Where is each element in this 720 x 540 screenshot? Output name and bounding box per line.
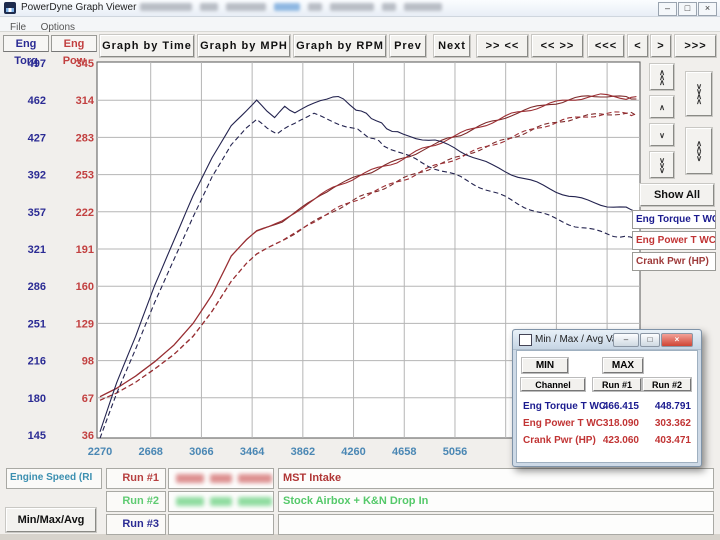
power-axis-tick: 36 xyxy=(82,430,94,442)
power-axis-tick: 222 xyxy=(76,207,94,219)
dialog-minimize-button[interactable]: – xyxy=(613,333,639,347)
power-axis-tick: 191 xyxy=(76,244,94,256)
channel-name: Crank Pwr (HP) xyxy=(523,435,596,446)
torque-axis-tick: 251 xyxy=(28,318,46,330)
menu-file[interactable]: File xyxy=(10,21,26,35)
app-icon xyxy=(4,2,16,14)
toolbar-button-next[interactable]: Next xyxy=(434,35,470,57)
maximize-button[interactable]: □ xyxy=(678,2,697,16)
dialog-close-button[interactable]: × xyxy=(661,333,693,347)
column-header-channel[interactable]: Channel xyxy=(521,378,585,391)
window-title: PowerDyne Graph Viewer xyxy=(21,2,446,13)
torque-axis-tick: 145 xyxy=(28,430,46,442)
run2-max-value: 448.791 xyxy=(645,401,691,412)
run-comment-field-2[interactable]: Stock Airbox + K&N Drop In xyxy=(278,491,714,512)
column-header-run2[interactable]: Run #2 xyxy=(643,378,691,391)
toolbar-button-prev[interactable]: Prev xyxy=(390,35,426,57)
rpm-axis-tick: 2668 xyxy=(138,446,162,458)
rpm-axis-tick: 4658 xyxy=(392,446,416,458)
rpm-axis-tick: 5056 xyxy=(443,446,467,458)
torque-axis-tick: 392 xyxy=(28,170,46,182)
redacted-text xyxy=(176,497,204,506)
scroll-up-button[interactable]: ∧ xyxy=(650,96,674,118)
tab-eng-torq[interactable]: Eng Torq xyxy=(3,35,49,52)
menu-bar: File Options xyxy=(0,17,720,32)
redacted-text xyxy=(210,497,232,506)
run2-max-value: 403.471 xyxy=(645,435,691,446)
toolbar-button-[interactable]: >> << xyxy=(477,35,528,57)
toolbar-button-[interactable]: > xyxy=(651,35,671,57)
scroll-down-fast-button[interactable]: ∨∨∨ xyxy=(650,152,674,178)
dialog-maximize-button[interactable]: □ xyxy=(640,333,660,347)
run-name-field-3[interactable] xyxy=(168,514,274,535)
toolbar-button-[interactable]: <<< xyxy=(588,35,624,57)
dialog-body: MIN MAX Channel Run #1 Run #2 Eng Torque… xyxy=(516,350,698,463)
toolbar-button-[interactable]: < xyxy=(628,35,648,57)
max-button[interactable]: MAX xyxy=(603,358,643,373)
rpm-axis-tick: 3464 xyxy=(240,446,265,458)
torque-axis-tick: 216 xyxy=(28,356,46,368)
rpm-axis-tick: 4260 xyxy=(341,446,365,458)
minmaxavg-button[interactable]: Min/Max/Avg xyxy=(6,508,96,532)
menu-options[interactable]: Options xyxy=(41,21,75,35)
scroll-down-button[interactable]: ∨ xyxy=(650,124,674,146)
run-comment-field-1[interactable]: MST Intake xyxy=(278,468,714,489)
show-all-button[interactable]: Show All xyxy=(640,184,714,206)
run1-max-value: 423.060 xyxy=(593,435,639,446)
run-name-field-1[interactable] xyxy=(168,468,274,489)
torque-axis-tick: 286 xyxy=(28,281,46,293)
legend-item-eng-torque-t-wc[interactable]: Eng Torque T WC xyxy=(632,210,716,229)
torque-axis-tick: 180 xyxy=(28,393,46,405)
minimize-button[interactable]: – xyxy=(658,2,677,16)
toolbar-button-graph-by-time[interactable]: Graph by Time xyxy=(100,35,194,57)
power-axis-tick: 160 xyxy=(76,281,94,293)
toolbar-button-graph-by-mph[interactable]: Graph by MPH xyxy=(198,35,290,57)
run-name-field-2[interactable] xyxy=(168,491,274,512)
channel-name: Eng Power T WC xyxy=(523,418,603,429)
close-button[interactable]: × xyxy=(698,2,717,16)
dialog-icon xyxy=(519,334,532,346)
redacted-text xyxy=(238,474,272,483)
power-axis-tick: 283 xyxy=(76,132,94,144)
x-channel-label: Engine Speed (RI xyxy=(6,468,102,489)
power-axis-tick: 129 xyxy=(76,318,94,330)
redacted-text xyxy=(176,474,204,483)
window-title-text: PowerDyne Graph Viewer xyxy=(21,2,136,13)
power-axis-tick: 67 xyxy=(82,393,94,405)
redacted-text xyxy=(238,497,272,506)
torque-axis-tick: 462 xyxy=(28,95,46,107)
toolbar-button-[interactable]: >>> xyxy=(675,35,716,57)
legend-item-crank-pwr-hp-[interactable]: Crank Pwr (HP) xyxy=(632,252,716,271)
minmax-dialog: Min / Max / Avg Val... – □ × MIN MAX Cha… xyxy=(512,329,702,467)
rpm-axis-tick: 3066 xyxy=(189,446,213,458)
run-comment-field-3[interactable] xyxy=(278,514,714,535)
legend-item-eng-power-t-wc[interactable]: Eng Power T WC xyxy=(632,231,716,250)
redacted-text xyxy=(210,474,232,483)
run-label-1: Run #1 xyxy=(106,468,166,489)
dialog-title-bar[interactable]: Min / Max / Avg Val... – □ × xyxy=(513,330,701,350)
min-button[interactable]: MIN xyxy=(522,358,568,373)
torque-axis-tick: 357 xyxy=(28,207,46,219)
tab-eng-pow[interactable]: Eng Pow xyxy=(51,35,97,52)
power-axis-tick: 98 xyxy=(82,356,94,368)
run2-max-value: 303.362 xyxy=(645,418,691,429)
torque-axis-tick: 321 xyxy=(28,244,46,256)
expand-y-button[interactable]: ∧∧∨∨ xyxy=(686,128,712,174)
power-axis-tick: 314 xyxy=(76,95,95,107)
run1-max-value: 318.090 xyxy=(593,418,639,429)
rpm-axis-tick: 3862 xyxy=(291,446,315,458)
column-header-run1[interactable]: Run #1 xyxy=(593,378,641,391)
collapse-y-button[interactable]: ∨∨∧∧ xyxy=(686,72,712,116)
rpm-axis-tick: 2270 xyxy=(88,446,112,458)
toolbar-button-[interactable]: << >> xyxy=(532,35,583,57)
run-label-3: Run #3 xyxy=(106,514,166,535)
scroll-up-fast-button[interactable]: ∧∧∧ xyxy=(650,64,674,90)
redacted-text xyxy=(136,2,446,13)
power-axis-tick: 253 xyxy=(76,170,94,182)
torque-axis-tick: 427 xyxy=(28,132,46,144)
run1-max-value: 466.415 xyxy=(593,401,639,412)
toolbar-button-graph-by-rpm[interactable]: Graph by RPM xyxy=(294,35,386,57)
run-label-2: Run #2 xyxy=(106,491,166,512)
